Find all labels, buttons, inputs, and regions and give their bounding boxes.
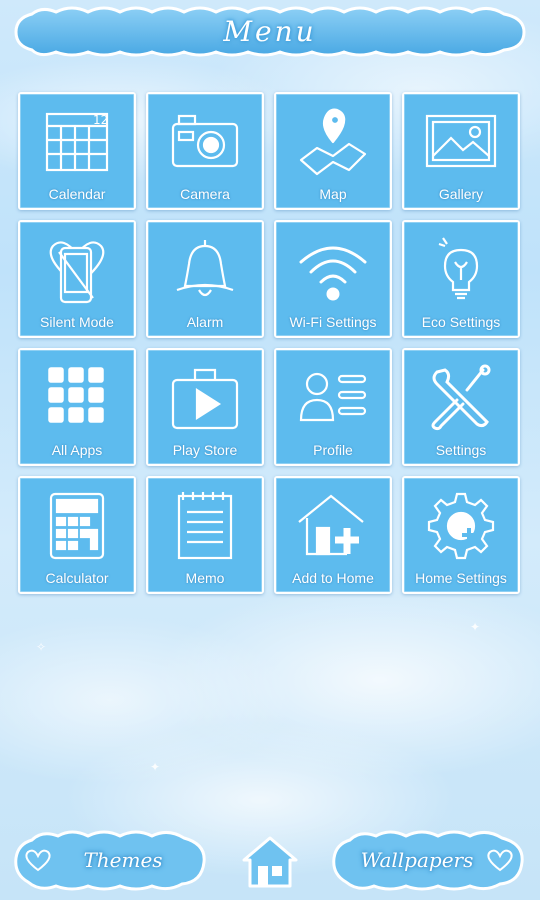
sparkle-decoration: ✦ — [470, 620, 481, 634]
svg-text:12: 12 — [93, 113, 108, 127]
tile-calendar[interactable]: 12 Calendar — [18, 92, 136, 210]
tile-silent-mode[interactable]: Silent Mode — [18, 220, 136, 338]
tile-add-to-home[interactable]: Add to Home — [274, 476, 392, 594]
tile-label: Wi-Fi Settings — [289, 314, 377, 330]
themes-button[interactable]: Themes — [12, 826, 210, 894]
tile-play-store[interactable]: Play Store — [146, 348, 264, 466]
tile-label: Calendar — [48, 186, 106, 202]
tile-label: Silent Mode — [40, 314, 114, 330]
profile-icon — [299, 372, 367, 422]
tile-profile[interactable]: Profile — [274, 348, 392, 466]
menu-header: Menu — [12, 6, 528, 58]
page-title: Menu — [223, 15, 317, 48]
gallery-icon — [425, 114, 497, 168]
tile-settings[interactable]: Settings — [402, 348, 520, 466]
tile-label: All Apps — [51, 442, 103, 458]
tile-home-settings[interactable]: Home Settings — [402, 476, 520, 594]
home-screen: ✦ ✦ ✧ ✦ ✧ Menu 12 Calendar — [0, 0, 540, 900]
sparkle-decoration: ✦ — [150, 760, 161, 774]
silent-mode-icon — [49, 241, 105, 304]
home-icon — [242, 836, 298, 888]
tile-camera[interactable]: Camera — [146, 92, 264, 210]
tile-calculator[interactable]: Calculator — [18, 476, 136, 594]
tile-label: Map — [319, 186, 347, 202]
tile-gallery[interactable]: Gallery — [402, 92, 520, 210]
wallpapers-label: Wallpapers — [360, 848, 474, 872]
themes-label: Themes — [83, 848, 163, 872]
tile-label: Home Settings — [415, 570, 507, 586]
wallpapers-button[interactable]: Wallpapers — [330, 826, 528, 894]
map-icon — [299, 108, 367, 176]
sparkle-decoration: ✧ — [36, 640, 47, 654]
tile-label: Camera — [180, 186, 230, 202]
tile-label: Memo — [185, 570, 225, 586]
bottom-bar: Themes Wallpapers — [0, 822, 540, 900]
tile-label: Eco Settings — [421, 314, 501, 330]
wifi-icon — [299, 246, 367, 301]
tile-label: Calculator — [45, 570, 109, 586]
tile-eco-settings[interactable]: Eco Settings — [402, 220, 520, 338]
tile-wifi-settings[interactable]: Wi-Fi Settings — [274, 220, 392, 338]
lightbulb-icon — [438, 237, 479, 300]
memo-icon — [177, 492, 233, 560]
tile-label: Add to Home — [292, 570, 374, 586]
apps-grid-icon — [48, 367, 104, 423]
tile-alarm[interactable]: Alarm — [146, 220, 264, 338]
tile-label: Gallery — [438, 186, 484, 202]
tile-label: Play Store — [172, 442, 238, 458]
calendar-icon: 12 — [45, 112, 108, 172]
play-store-icon — [171, 368, 239, 430]
bell-icon — [176, 240, 234, 297]
camera-icon — [171, 114, 239, 168]
house-plus-icon — [298, 494, 364, 556]
tile-label: Alarm — [186, 314, 224, 330]
tile-memo[interactable]: Memo — [146, 476, 264, 594]
tile-map[interactable]: Map — [274, 92, 392, 210]
tile-label: Settings — [435, 442, 487, 458]
tile-label: Profile — [313, 442, 353, 458]
home-button[interactable] — [240, 832, 300, 892]
calculator-icon — [49, 492, 105, 560]
tools-icon — [431, 364, 491, 431]
tile-all-apps[interactable]: All Apps — [18, 348, 136, 466]
gear-plus-icon — [427, 492, 495, 560]
